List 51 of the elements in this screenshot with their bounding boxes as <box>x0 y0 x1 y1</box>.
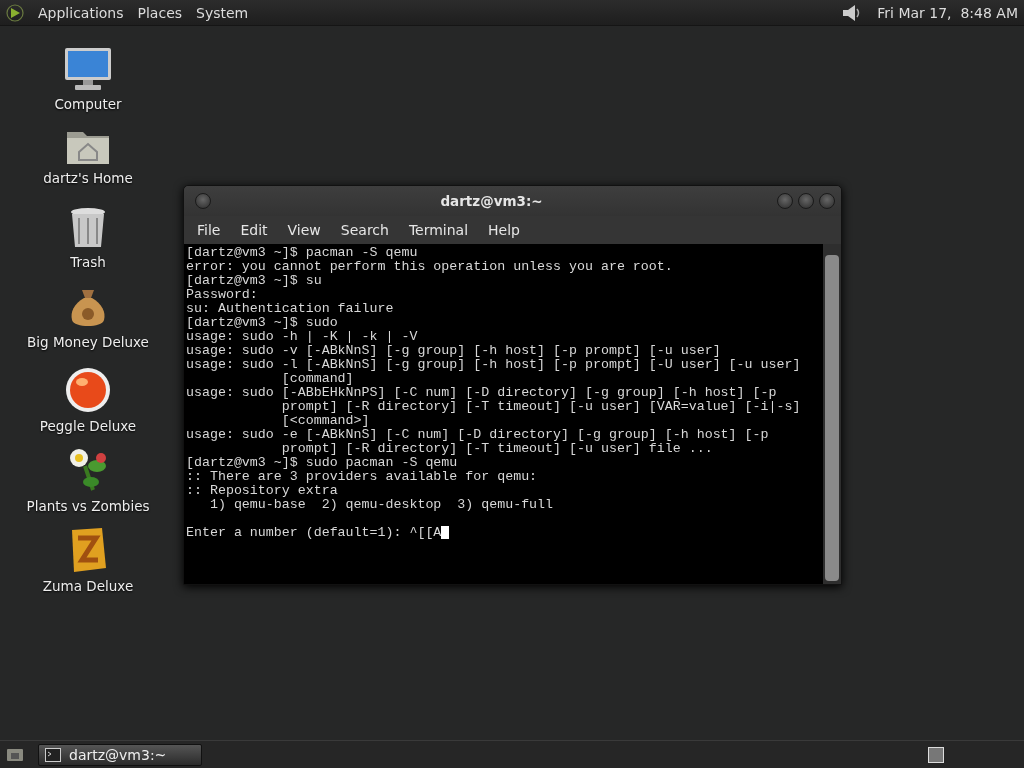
terminal-line: error: you cannot perform this operation unless you are root. <box>186 260 673 274</box>
terminal-line: Password: <box>186 288 258 302</box>
menu-item[interactable]: Terminal <box>398 222 479 238</box>
window-title: dartz@vm3:~ <box>439 193 544 209</box>
menu-item[interactable]: Help <box>478 222 530 238</box>
maximize-button[interactable] <box>798 193 814 209</box>
menu-item[interactable]: Edit <box>230 222 278 238</box>
desktop-icon-label[interactable]: Big Money Deluxe <box>27 334 149 350</box>
terminal-line: [dartz@vm3 ~]$ sudo pacman -S qemu <box>186 456 458 470</box>
close-button[interactable] <box>819 193 835 209</box>
monitor-icon <box>63 46 113 92</box>
minimize-button[interactable] <box>777 193 793 209</box>
desktop-icon-label[interactable]: Plants vs Zombies <box>26 498 150 514</box>
terminal-line: usage: sudo -v [-ABkNnS] [-g group] [-h host] [-p prompt] [-u user] <box>186 344 721 358</box>
terminal-line: usage: sudo -l [-ABkNnS] [-g group] [-h host] [-p prompt] [-U user] [-u user] <box>186 358 801 372</box>
ball-icon <box>64 366 112 414</box>
menu-item[interactable]: View <box>277 222 331 238</box>
terminal-line: prompt] [-R directory] [-T timeout] [-u user] file ... <box>280 442 713 456</box>
terminal-line: [dartz@vm3 ~]$ pacman -S qemu <box>186 246 418 260</box>
clock[interactable]: Fri Mar 17, 8:48 AM <box>877 4 1018 21</box>
terminal-line: 1) qemu-base 2) qemu-desktop 3) qemu-full <box>208 498 554 512</box>
panel-menu[interactable]: System <box>196 4 249 21</box>
window-menu-button[interactable] <box>195 193 211 209</box>
panel-menu[interactable]: Places <box>137 4 183 21</box>
terminal-line: :: There are 3 providers available for qemu: <box>186 470 538 484</box>
terminal-line: [dartz@vm3 ~]$ sudo <box>186 316 338 330</box>
terminal-line: [dartz@vm3 ~]$ su <box>186 274 322 288</box>
desktop-icon-label[interactable]: Trash <box>70 254 106 270</box>
trash-icon <box>68 206 108 250</box>
workspace-switcher-icon[interactable] <box>928 746 944 763</box>
terminal-line: prompt] [-R directory] [-T timeout] [-u user] [VAR=value] [-i|-s] <box>280 400 801 414</box>
terminal-line: usage: sudo [-ABbEHkNnPS] [-C num] [-D directory] [-g group] [-h host] [-p <box>186 386 777 400</box>
show-desktop-icon[interactable] <box>6 746 24 763</box>
panel-menu[interactable]: Applications <box>38 4 124 21</box>
terminal-line: [<command>] <box>280 414 370 428</box>
terminal-line: :: Repository extra <box>186 484 338 498</box>
taskbar-button[interactable]: dartz@vm3:~ <box>38 743 202 766</box>
desktop-icon-label[interactable]: Computer <box>54 96 122 112</box>
menu-item[interactable]: Search <box>330 222 399 238</box>
terminal-line: [command] <box>280 372 354 386</box>
terminal-icon <box>45 747 61 762</box>
menu-item[interactable]: File <box>187 222 231 238</box>
desktop-icon-label[interactable]: Peggle Deluxe <box>39 418 137 434</box>
desktop-icon-label[interactable]: dartz's Home <box>43 170 133 186</box>
scrollbar[interactable] <box>823 244 841 584</box>
terminal-line: usage: sudo -h | -K | -k | -V <box>186 330 418 344</box>
terminal-line: su: Authentication failure <box>186 302 394 316</box>
terminal-line: Enter a number (default=1): ^[[A <box>186 526 442 540</box>
terminal-line: usage: sudo -e [-ABkNnS] [-C num] [-D directory] [-g group] [-h host] [-p <box>186 428 769 442</box>
distro-logo-icon[interactable] <box>6 3 24 22</box>
desktop-icon-label[interactable]: Zuma Deluxe <box>42 578 134 594</box>
